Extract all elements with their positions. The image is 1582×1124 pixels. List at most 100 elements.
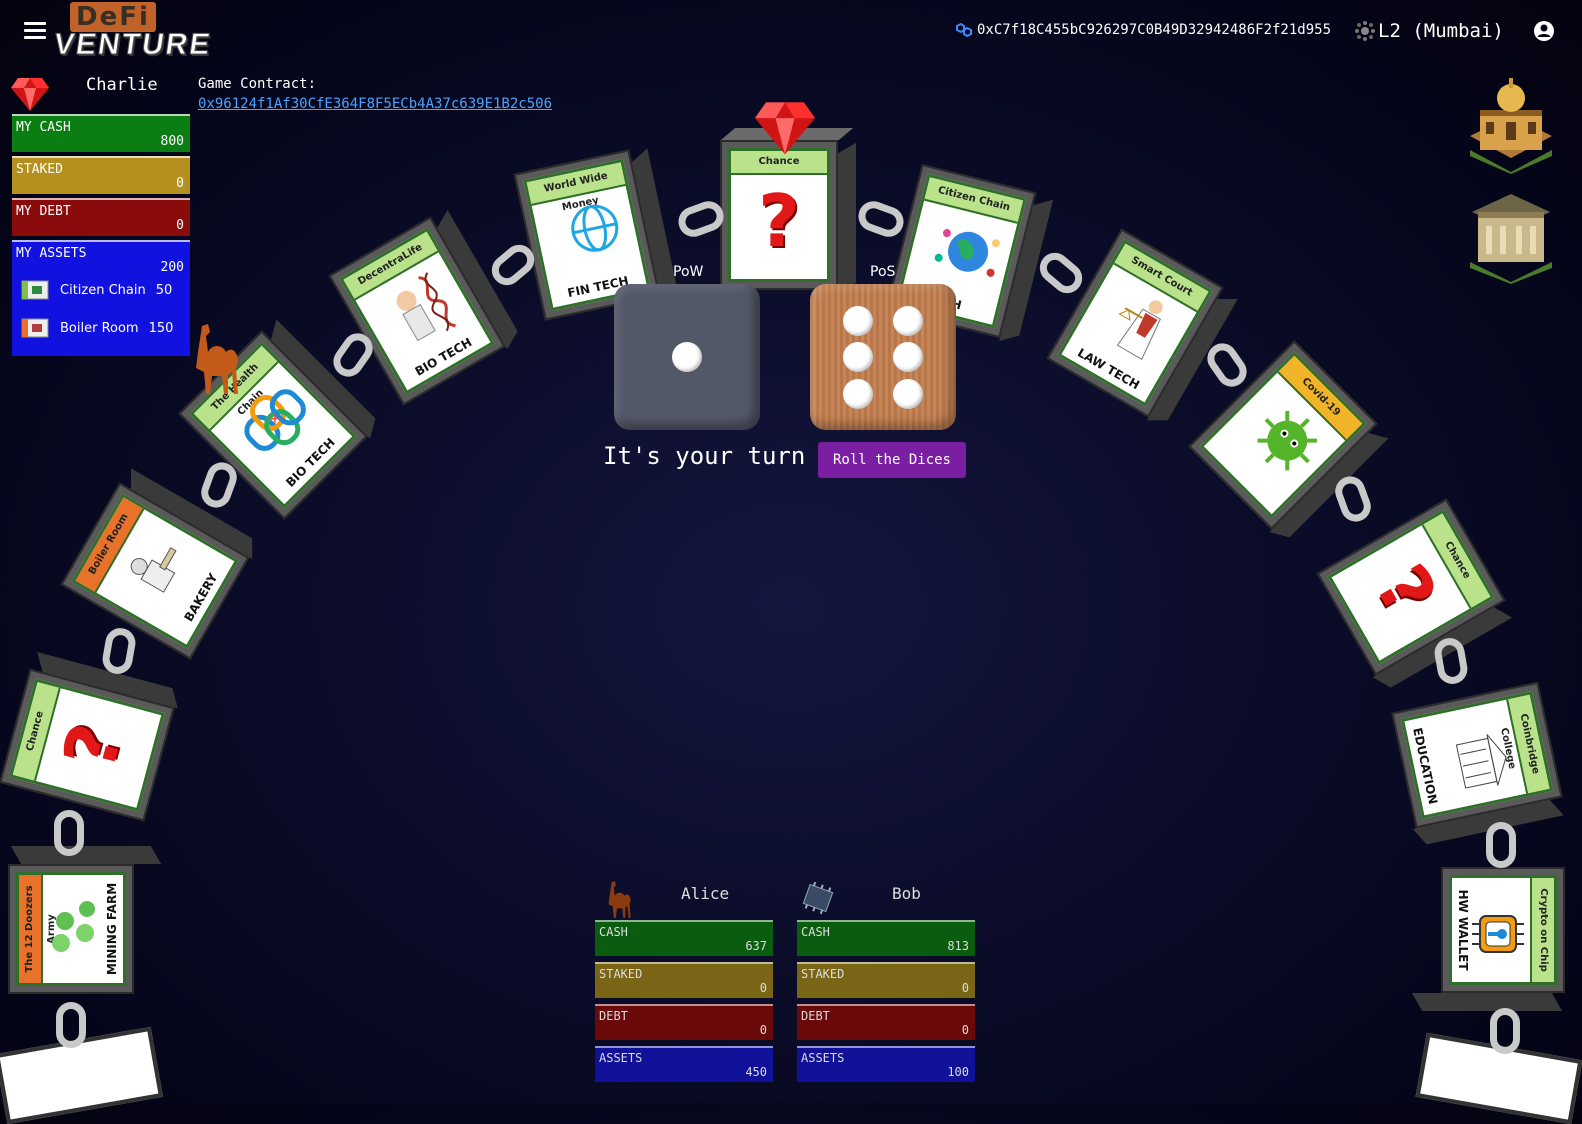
roll-dice-button[interactable]: Roll the Dices (818, 442, 966, 478)
camel-token-icon (196, 324, 238, 394)
my-debt-box: MY DEBT 0 (12, 198, 190, 236)
network-selector[interactable]: L2 (Mumbai) (1354, 20, 1504, 42)
board-tile-smart-court[interactable]: Smart Court LAW TECH (1046, 228, 1238, 421)
pow-die[interactable] (614, 284, 760, 430)
die-pip (843, 378, 874, 409)
chain-link (1490, 1008, 1520, 1054)
staked-value: 0 (176, 176, 184, 191)
opponent-name: Alice (681, 884, 730, 903)
turn-status: It's your turn (603, 442, 806, 470)
bank-building-icon[interactable] (1466, 186, 1556, 284)
pos-die[interactable] (810, 284, 956, 430)
contract-label: Game Contract: (198, 76, 317, 92)
my-debt-value: 0 (176, 218, 184, 233)
property-card-icon (21, 280, 49, 300)
my-debt-label: MY DEBT (16, 204, 75, 219)
app-logo: DeFi VENTURE (51, 0, 214, 64)
die-pip (843, 305, 874, 336)
chain-link (56, 1002, 86, 1048)
baker-icon (130, 547, 177, 593)
palace-building-icon[interactable] (1466, 76, 1556, 174)
network-icon (1355, 21, 1375, 41)
doozers-icon (52, 901, 95, 952)
tile-title: Crypto on Chip (1530, 878, 1554, 982)
asset-item-value: 50 (155, 282, 173, 298)
polygon-icon (956, 22, 972, 38)
tile-category: HW WALLET (1456, 889, 1470, 971)
my-cash-box: MY CASH 800 (12, 114, 190, 152)
asset-item-value: 150 (148, 320, 174, 336)
opponent-cash-box: CASH 813 (797, 920, 975, 956)
opponent-name: Bob (892, 884, 921, 903)
account-icon[interactable] (1533, 20, 1555, 42)
tile-title: The 12 Doozers Army (19, 875, 57, 983)
my-assets-label: MY ASSETS (16, 246, 91, 261)
opponent-debt-value: 0 (759, 1023, 767, 1037)
camel-icon (608, 881, 631, 918)
my-assets-value: 200 (160, 260, 184, 275)
opponent-staked-label: STAKED (801, 967, 845, 981)
board-tile-coinbridge-college[interactable]: Coinbridge College EDUCATION (1391, 681, 1564, 845)
asset-item-name: Citizen Chain (60, 282, 146, 298)
die-pip (892, 305, 923, 336)
board-tile-chance-left[interactable]: Chance ? (0, 651, 178, 822)
opponent-staked-value: 0 (759, 981, 767, 995)
my-cash-value: 800 (160, 134, 184, 149)
board-tile-doozers-army[interactable]: The 12 Doozers Army MINING FARM (8, 846, 162, 994)
opponent-assets-label: ASSETS (801, 1051, 845, 1065)
opponent-assets-value: 450 (745, 1065, 767, 1079)
board-tile-chance-right[interactable]: Chance ? (1316, 498, 1513, 688)
asset-item-name: Boiler Room (60, 320, 139, 336)
wallet-address[interactable]: 0xC7f18C455bC926297C0B49D32942486F2f21d9… (955, 22, 1331, 38)
network-name: L2 (Mumbai) (1378, 20, 1504, 42)
opponent-assets-label: ASSETS (599, 1051, 643, 1065)
pos-label: PoS (870, 264, 896, 280)
chip-key-icon (1472, 915, 1524, 953)
opponent-cash-label: CASH (801, 925, 830, 939)
my-assets-box: MY ASSETS 200 Citizen Chain 50 Boiler Ro… (12, 240, 190, 356)
ruby-gem-icon (11, 78, 49, 111)
opponent-staked-value: 0 (961, 981, 969, 995)
board-tile-boiler-room[interactable]: Boiler Room BAKERY (60, 468, 253, 660)
chain-link (854, 197, 908, 241)
opponent-assets-value: 100 (947, 1065, 969, 1079)
question-mark-icon: ? (758, 179, 800, 263)
opponent-staked-box: STAKED 0 (595, 962, 773, 998)
asset-item[interactable]: Boiler Room 150 (20, 316, 173, 340)
opponent-debt-box: DEBT 0 (797, 1004, 975, 1040)
asset-item[interactable]: Citizen Chain 50 (20, 278, 172, 302)
player-name: Charlie (86, 75, 158, 95)
die-pip (843, 342, 874, 372)
my-cash-label: MY CASH (16, 120, 75, 135)
logo-venture: VENTURE (51, 28, 214, 62)
contract-address-link[interactable]: 0x96124f1Af30CfE364F8F5ECb4A37c639E1B2c5… (198, 96, 552, 112)
chip-icon (802, 881, 834, 915)
menu-icon[interactable] (24, 22, 46, 40)
board-tile-chance-top[interactable]: Chance ? (720, 128, 856, 294)
opponent-debt-value: 0 (961, 1023, 969, 1037)
board-tile-crypto-on-chip[interactable]: Crypto on Chip HW WALLET (1411, 867, 1565, 1011)
opponent-debt-label: DEBT (801, 1009, 830, 1023)
opponent-staked-box: STAKED 0 (797, 962, 975, 998)
opponent-assets-box: ASSETS 100 (797, 1046, 975, 1082)
staked-label: STAKED (16, 162, 67, 177)
tile-category: MINING FARM (105, 882, 119, 976)
opponent-cash-box: CASH 637 (595, 920, 773, 956)
college-sketch-icon (1455, 734, 1507, 789)
die-pip (672, 342, 702, 372)
opponent-debt-box: DEBT 0 (595, 1004, 773, 1040)
board-tile-decentralife[interactable]: DecentraLife BIO TECH (328, 209, 518, 406)
earth-people-icon (934, 229, 1000, 277)
opponent-debt-label: DEBT (599, 1009, 628, 1023)
staked-box: STAKED 0 (12, 156, 190, 194)
chain-link (1486, 822, 1516, 868)
ruby-gem-icon (755, 102, 815, 155)
die-pip (892, 378, 923, 409)
tile-title: Citizen Chain (924, 177, 1024, 224)
die-pip (892, 342, 923, 372)
pow-label: PoW (673, 264, 704, 280)
property-card-icon (21, 318, 49, 338)
opponent-staked-label: STAKED (599, 967, 643, 981)
chain-link (1033, 246, 1089, 300)
globe-icon (571, 204, 619, 252)
